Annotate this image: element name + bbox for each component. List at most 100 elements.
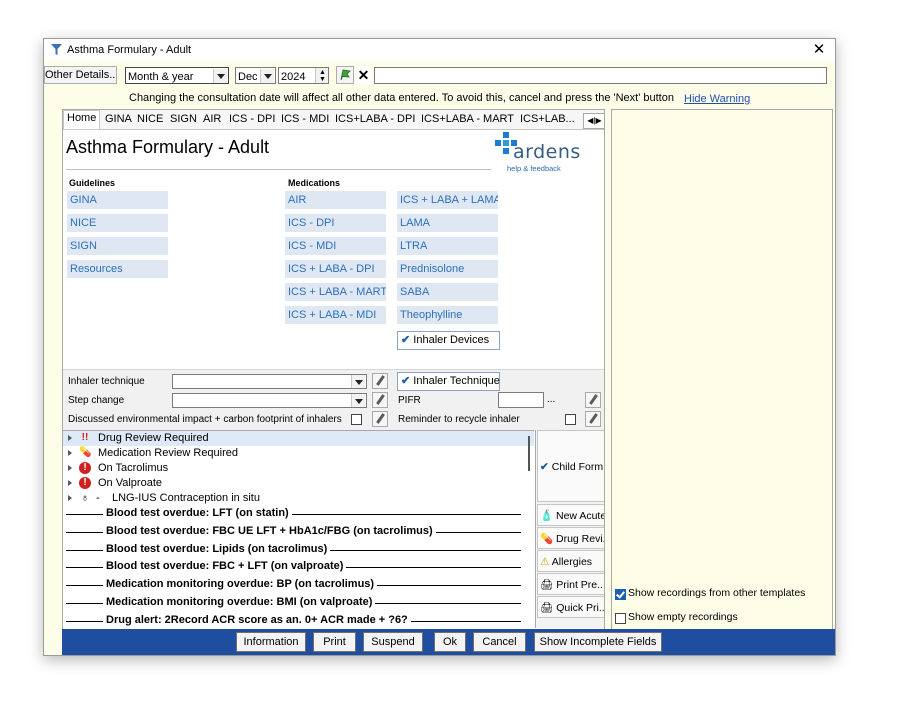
- med-ics-laba-mdi-button[interactable]: ICS + LABA - MDI: [285, 306, 386, 324]
- expand-arrow-icon[interactable]: [68, 465, 72, 471]
- alerts-list[interactable]: !! Drug Review Required 💊 Medication Rev…: [63, 430, 534, 629]
- pencil-icon[interactable]: [372, 392, 388, 408]
- expand-arrow-icon[interactable]: [68, 480, 72, 486]
- x-icon[interactable]: ✕: [355, 66, 372, 84]
- allergies-button[interactable]: ⚠ Allergies: [537, 550, 604, 572]
- tab-ics-laba-mart[interactable]: ICS+LABA - MART: [421, 113, 514, 125]
- cancel-button[interactable]: Cancel: [473, 632, 526, 652]
- list-item[interactable]: Blood test overdue: FBC UE LFT + HbA1c/F…: [63, 524, 534, 542]
- expand-arrow-icon[interactable]: [68, 435, 72, 441]
- alert-text: Blood test overdue: FBC + LFT (on valpro…: [103, 560, 347, 572]
- chevron-down-icon[interactable]: [213, 69, 227, 83]
- print-preview-label: Print Pre...: [556, 579, 605, 591]
- med-saba-button[interactable]: SABA: [397, 283, 498, 301]
- list-item[interactable]: Medication monitoring overdue: BP (on ta…: [63, 577, 534, 595]
- inhaler-technique-button[interactable]: ✔ Inhaler Technique: [397, 372, 500, 391]
- child-form-button[interactable]: ✔ Child Form: [537, 430, 604, 502]
- list-item[interactable]: Drug alert: 2Record ACR score as an. 0+ …: [63, 613, 534, 629]
- guideline-sign-button[interactable]: SIGN: [67, 237, 168, 255]
- pencil-icon[interactable]: [372, 373, 388, 389]
- new-acute-button[interactable]: 🧴 New Acute: [537, 504, 604, 526]
- med-lama-button[interactable]: LAMA: [397, 214, 498, 232]
- list-scrollbar[interactable]: [528, 436, 530, 471]
- alert-text: Medication monitoring overdue: BP (on ta…: [103, 578, 378, 590]
- print-button[interactable]: Print: [313, 632, 356, 652]
- printer-icon: 🖨: [540, 602, 554, 614]
- spin-arrows-icon[interactable]: ▲ ▼: [315, 68, 328, 83]
- list-item[interactable]: ! On Valproate: [63, 476, 534, 491]
- med-ics-mdi-button[interactable]: ICS - MDI: [285, 237, 386, 255]
- list-item[interactable]: Medication monitoring overdue: BMI (on v…: [63, 595, 534, 613]
- suspend-button[interactable]: Suspend: [363, 632, 423, 652]
- close-icon[interactable]: ✕: [811, 41, 827, 59]
- med-ics-dpi-button[interactable]: ICS - DPI: [285, 214, 386, 232]
- alert-text: On Valproate: [98, 477, 163, 489]
- expand-arrow-icon[interactable]: [68, 495, 72, 501]
- med-ltra-button[interactable]: LTRA: [397, 237, 498, 255]
- pencil-icon[interactable]: [585, 392, 601, 408]
- pifr-ellipsis[interactable]: ...: [547, 394, 555, 405]
- med-air-button[interactable]: AIR: [285, 191, 386, 209]
- guideline-gina-button[interactable]: GINA: [67, 191, 168, 209]
- tab-nice[interactable]: NICE: [137, 113, 163, 125]
- guideline-nice-button[interactable]: NICE: [67, 214, 168, 232]
- med-ics-laba-dpi-button[interactable]: ICS + LABA - DPI: [285, 260, 386, 278]
- other-details-button[interactable]: Other Details...: [44, 66, 117, 84]
- step-change-select[interactable]: [172, 393, 367, 408]
- inhaler-devices-label: Inhaler Devices: [413, 334, 490, 346]
- tab-air[interactable]: AIR: [203, 113, 221, 125]
- tab-scroll-arrows-icon[interactable]: ◀|▶: [583, 113, 604, 129]
- tab-ics-laba-dpi[interactable]: ICS+LABA - DPI: [335, 113, 415, 125]
- help-feedback-link[interactable]: help & feedback: [507, 164, 561, 173]
- accept-button[interactable]: [336, 66, 354, 84]
- alert-text: LNG-IUS Contraception in situ: [112, 492, 260, 504]
- pencil-icon[interactable]: [372, 411, 388, 427]
- expand-arrow-icon[interactable]: [68, 450, 72, 456]
- quick-print-button[interactable]: 🖨 Quick Pri...: [537, 596, 604, 618]
- inhaler-devices-button[interactable]: ✔ Inhaler Devices: [397, 331, 500, 350]
- medications-heading: Medications: [288, 178, 341, 188]
- med-theophylline-button[interactable]: Theophylline: [397, 306, 498, 324]
- pencil-icon[interactable]: [585, 411, 601, 427]
- show-empty-recordings-checkbox[interactable]: [615, 613, 626, 624]
- alert-text: Medication monitoring overdue: BMI (on v…: [103, 596, 376, 608]
- inhaler-technique-button-label: Inhaler Technique: [413, 375, 500, 387]
- recycle-reminder-checkbox[interactable]: [565, 414, 576, 425]
- drug-review-button[interactable]: 💊 Drug Revi...: [537, 527, 604, 549]
- show-other-templates-checkbox[interactable]: [615, 589, 626, 600]
- med-ics-laba-mart-button[interactable]: ICS + LABA - MART: [285, 283, 386, 301]
- med-ics-laba-lama-button[interactable]: ICS + LABA + LAMA: [397, 191, 498, 209]
- show-incomplete-fields-button[interactable]: Show Incomplete Fields: [534, 632, 662, 652]
- year-stepper[interactable]: 2024 ▲ ▼: [278, 67, 329, 84]
- list-item[interactable]: !! Drug Review Required: [63, 431, 534, 446]
- tab-ics-mdi[interactable]: ICS - MDI: [281, 113, 329, 125]
- month-select[interactable]: Dec: [235, 67, 276, 84]
- list-item[interactable]: ♁ - LNG-IUS Contraception in situ: [63, 491, 534, 506]
- chevron-down-icon[interactable]: [351, 394, 365, 407]
- list-item[interactable]: Blood test overdue: LFT (on statin): [63, 506, 534, 524]
- information-button[interactable]: Information: [236, 632, 306, 652]
- tab-ics-lab-more[interactable]: ICS+LAB...: [520, 113, 575, 125]
- period-select[interactable]: Month & year: [125, 67, 229, 84]
- tab-gina[interactable]: GINA: [105, 113, 132, 125]
- tab-home[interactable]: Home: [63, 110, 101, 129]
- guideline-resources-button[interactable]: Resources: [67, 260, 168, 278]
- environmental-impact-checkbox[interactable]: [351, 414, 362, 425]
- footer-bar: Information Print Suspend Ok Cancel Show…: [62, 629, 835, 655]
- tab-ics-dpi[interactable]: ICS - DPI: [229, 113, 275, 125]
- ok-button[interactable]: Ok: [434, 632, 466, 652]
- list-item[interactable]: Blood test overdue: FBC + LFT (on valpro…: [63, 559, 534, 577]
- inhaler-technique-select[interactable]: [172, 374, 367, 389]
- print-preview-button[interactable]: 🖨 Print Pre...: [537, 573, 605, 595]
- chevron-down-icon[interactable]: [351, 375, 365, 388]
- ardens-logo[interactable]: ardens help & feedback: [495, 132, 595, 176]
- pifr-input[interactable]: [498, 392, 544, 408]
- med-prednisolone-button[interactable]: Prednisolone: [397, 260, 498, 278]
- list-item[interactable]: 💊 Medication Review Required: [63, 446, 534, 461]
- free-text-input[interactable]: [374, 67, 827, 84]
- tab-sign[interactable]: SIGN: [170, 113, 197, 125]
- list-item[interactable]: ! On Tacrolimus: [63, 461, 534, 476]
- list-item[interactable]: Blood test overdue: Lipids (on tacrolimu…: [63, 542, 534, 560]
- chevron-down-icon[interactable]: [260, 69, 274, 83]
- hide-warning-link[interactable]: Hide Warning: [684, 93, 750, 105]
